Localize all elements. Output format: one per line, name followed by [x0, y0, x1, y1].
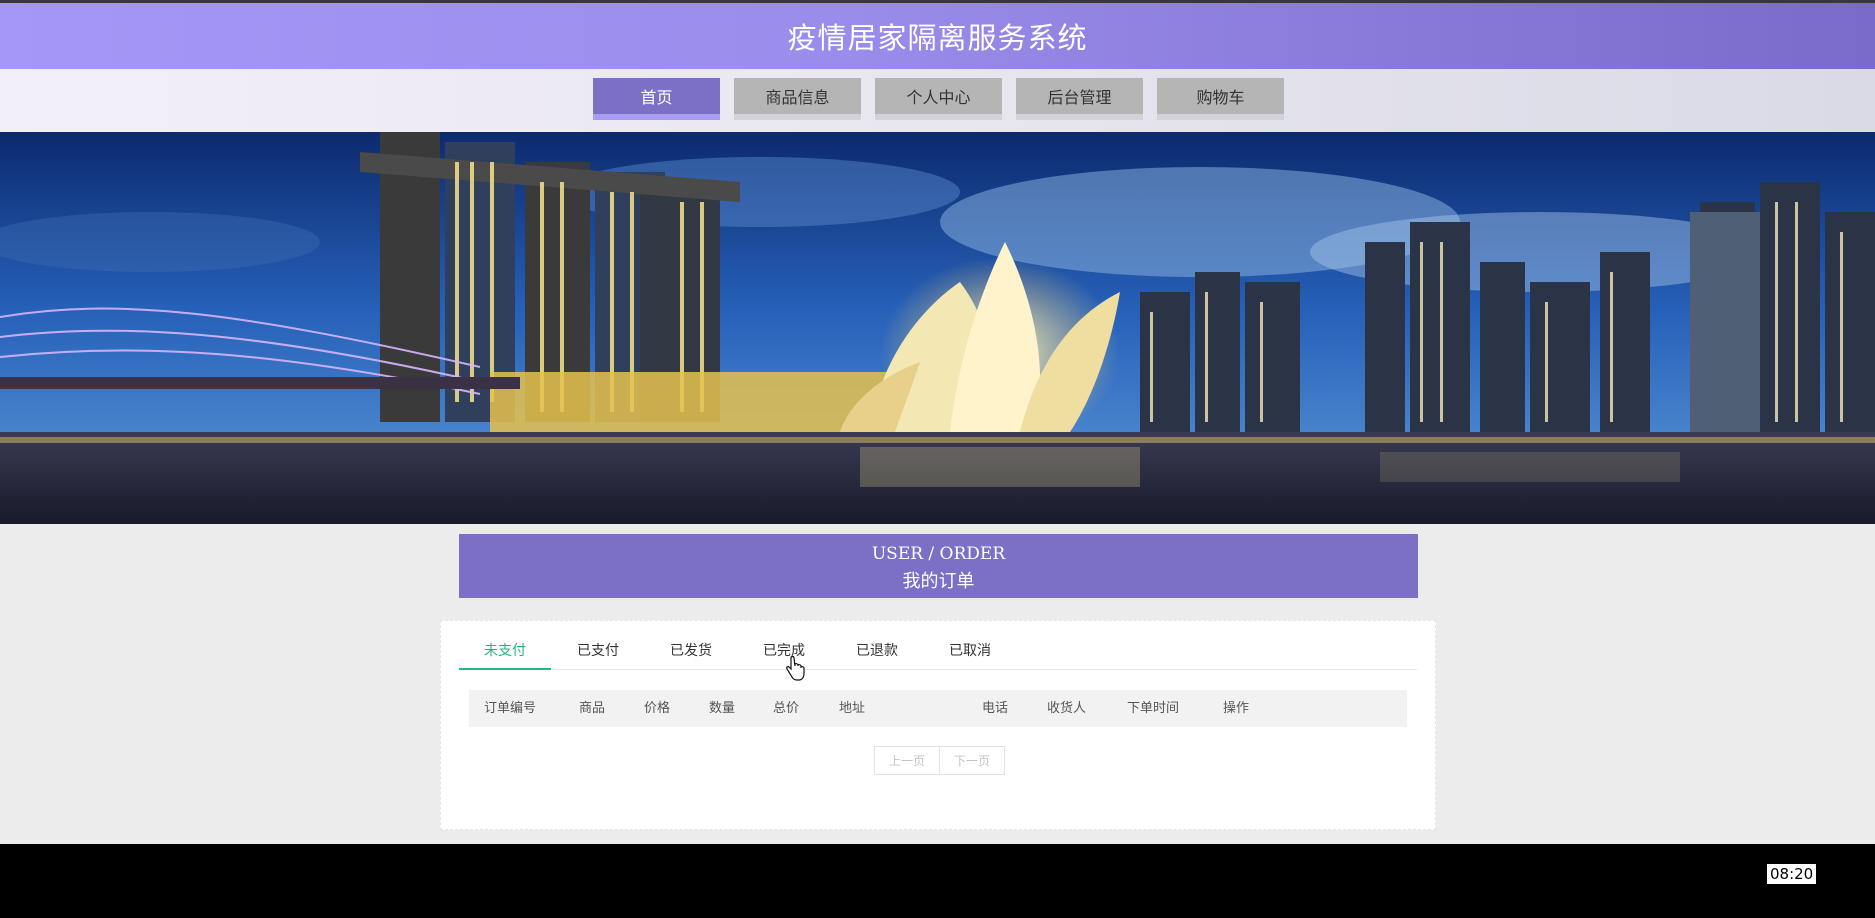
column-header: 总价	[773, 701, 800, 716]
site-title: 疫情居家隔离服务系统	[787, 21, 1088, 55]
tab-paid[interactable]: 已支付	[552, 631, 644, 669]
footer-bar	[0, 844, 1875, 918]
tab-cancelled[interactable]: 已取消	[924, 631, 1016, 669]
column-header: 收货人	[1047, 701, 1087, 716]
main-nav: 首页 商品信息 个人中心 后台管理 购物车	[0, 69, 1875, 132]
nav-products[interactable]: 商品信息	[734, 78, 861, 120]
order-section-header: USER / ORDER 我的订单	[459, 534, 1418, 598]
column-header: 数量	[709, 701, 736, 716]
order-title-en: USER / ORDER	[871, 544, 1006, 564]
tab-refunded[interactable]: 已退款	[831, 631, 923, 669]
column-header: 电话	[982, 701, 1009, 716]
order-status-tabs: 未支付 已支付 已发货 已完成 已退款 已取消	[459, 631, 1417, 670]
tab-unpaid[interactable]: 未支付	[459, 631, 551, 670]
column-header: 商品	[579, 701, 606, 716]
nav-admin[interactable]: 后台管理	[1016, 78, 1143, 120]
site-header: 疫情居家隔离服务系统	[0, 3, 1875, 69]
nav-user-center[interactable]: 个人中心	[875, 78, 1002, 120]
hero-banner	[0, 132, 1875, 524]
column-header: 操作	[1223, 701, 1250, 716]
column-header: 订单编号	[484, 701, 537, 716]
column-header: 下单时间	[1127, 701, 1180, 716]
column-header: 地址	[839, 701, 866, 716]
column-header: 价格	[644, 701, 671, 716]
hand-cursor-icon	[786, 656, 805, 681]
order-table-header: 订单编号 商品 价格 数量 总价 地址 电话 收货人 下单时间 操作	[469, 690, 1407, 727]
clock-time: 08:20	[1767, 864, 1817, 884]
prev-page-button[interactable]: 上一页	[874, 746, 940, 775]
nav-home[interactable]: 首页	[593, 78, 720, 120]
nav-cart[interactable]: 购物车	[1157, 78, 1284, 120]
tab-shipped[interactable]: 已发货	[645, 631, 737, 669]
tab-completed[interactable]: 已完成	[738, 631, 830, 669]
city-skyline-image	[0, 132, 1875, 524]
order-title-cn: 我的订单	[902, 571, 975, 592]
next-page-button[interactable]: 下一页	[939, 746, 1005, 775]
order-panel: 未支付 已支付 已发货 已完成 已退款 已取消 订单编号 商品 价格 数量 总价…	[440, 620, 1436, 830]
